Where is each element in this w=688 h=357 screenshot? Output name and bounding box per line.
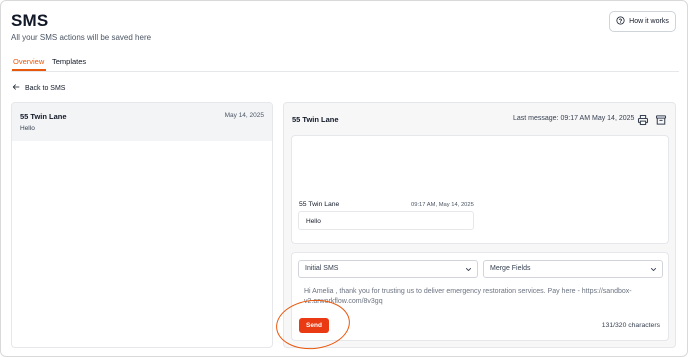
character-count: 131/320 characters (601, 322, 660, 329)
thread-date: May 14, 2025 (224, 112, 264, 119)
message-bubble: Hello (298, 211, 474, 230)
how-it-works-button[interactable]: How it works (609, 11, 676, 32)
conversation-title: 55 Twin Lane (292, 115, 339, 124)
merge-fields-select-value: Merge Fields (490, 265, 531, 272)
tab-templates[interactable]: Templates (52, 57, 86, 66)
page-subtitle: All your SMS actions will be saved here (11, 33, 152, 42)
thread-item[interactable]: 55 Twin Lane May 14, 2025 Hello (12, 103, 272, 141)
how-it-works-label: How it works (629, 18, 669, 25)
tab-bar: Overview Templates (11, 54, 679, 72)
active-tab-indicator (12, 69, 46, 71)
printer-icon[interactable] (637, 113, 649, 126)
archive-icon[interactable] (655, 113, 667, 125)
page-frame: SMS All your SMS actions will be saved h… (0, 0, 688, 357)
page-title: SMS (11, 11, 49, 30)
merge-fields-select[interactable]: Merge Fields (483, 260, 663, 278)
thread-preview: Hello (20, 125, 35, 132)
thread-list: 55 Twin Lane May 14, 2025 Hello (11, 102, 273, 348)
message-time: 09:17 AM, May 14, 2025 (411, 202, 474, 208)
help-circle-icon (616, 16, 625, 27)
thread-name: 55 Twin Lane (20, 112, 67, 121)
arrow-left-icon (12, 83, 20, 93)
message-textarea[interactable]: Hi Amelia , thank you for trusting us to… (304, 287, 654, 307)
back-link-label: Back to SMS (25, 84, 66, 92)
last-message-timestamp: Last message: 09:17 AM May 14, 2025 (513, 115, 635, 122)
message-history: 55 Twin Lane 09:17 AM, May 14, 2025 Hell… (291, 135, 669, 244)
template-select-value: Initial SMS (305, 265, 339, 272)
back-to-sms-link[interactable]: Back to SMS (12, 83, 65, 93)
template-select[interactable]: Initial SMS (298, 260, 478, 278)
message-sender: 55 Twin Lane (299, 201, 340, 208)
tab-overview[interactable]: Overview (13, 57, 44, 66)
